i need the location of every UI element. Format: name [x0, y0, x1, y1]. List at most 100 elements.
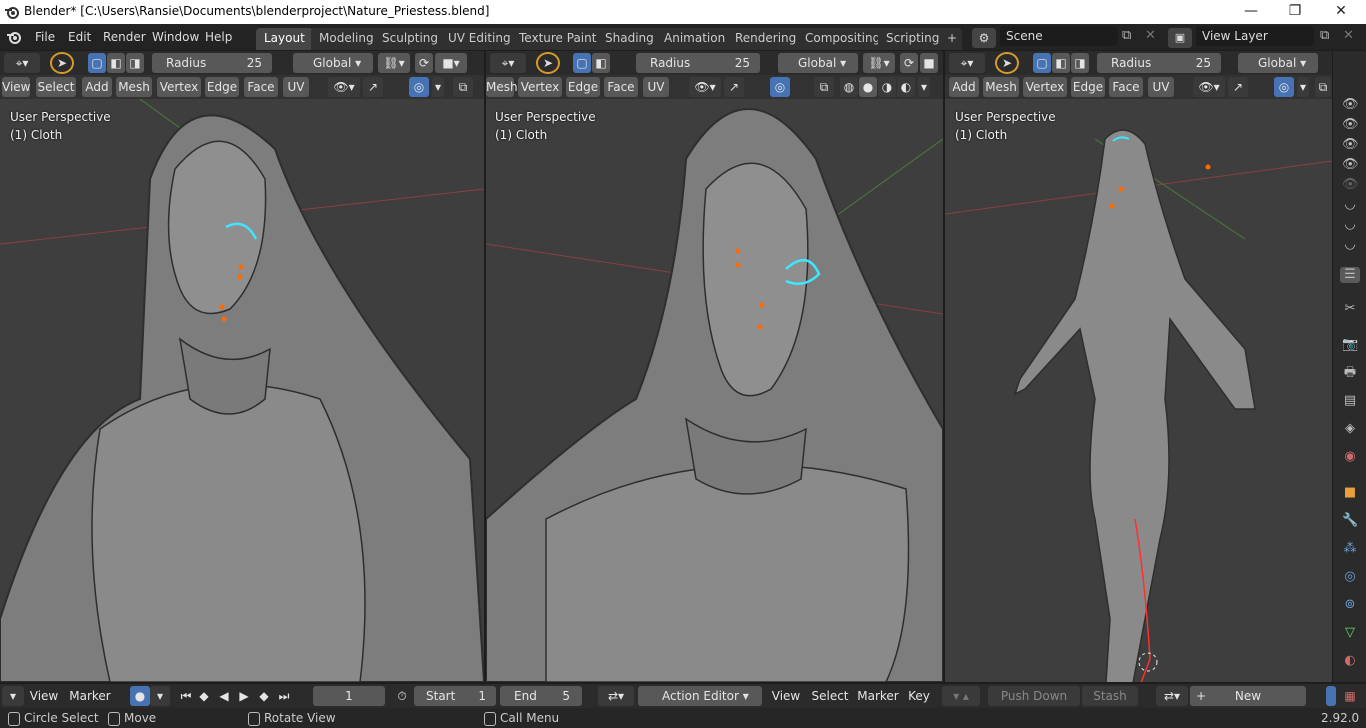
- action-select-menu[interactable]: Select: [810, 686, 850, 706]
- play-reverse-icon[interactable]: ◀: [216, 686, 232, 706]
- shading-dropdown-icon[interactable]: ▾: [918, 77, 930, 97]
- tab-compositing[interactable]: Compositing: [797, 28, 889, 50]
- select-tool-icon[interactable]: ➤: [995, 52, 1019, 74]
- close-button[interactable]: ✕: [1318, 0, 1364, 24]
- shading-rendered-icon[interactable]: ◐: [897, 77, 915, 97]
- menu-add[interactable]: Add: [949, 77, 979, 97]
- overlay-icon[interactable]: ◎: [409, 77, 429, 97]
- orientation-dropdown[interactable]: Global ▾: [778, 53, 858, 73]
- pivot-icon[interactable]: ⛓▾: [863, 53, 895, 73]
- menu-mesh[interactable]: Mesh: [486, 77, 518, 97]
- hide-icon[interactable]: ◡: [1342, 217, 1358, 233]
- tab-scripting[interactable]: Scripting: [878, 28, 948, 50]
- layer-arrows-icon[interactable]: ▾ ▴: [942, 686, 980, 706]
- editor-type-icon[interactable]: ⌖▾: [4, 53, 40, 73]
- editor-type-icon[interactable]: ⌖▾: [490, 53, 526, 73]
- blender-menu-icon[interactable]: [6, 29, 22, 45]
- stash-button[interactable]: Stash: [1082, 686, 1138, 706]
- menu-vertex[interactable]: Vertex: [157, 77, 201, 97]
- modifier-icon[interactable]: 🔧: [1342, 513, 1358, 529]
- jump-end-icon[interactable]: ⏭: [276, 686, 292, 706]
- prev-keyframe-icon[interactable]: ◆: [196, 686, 212, 706]
- tool-icon[interactable]: ✂: [1342, 301, 1358, 317]
- add-workspace-button[interactable]: +: [942, 28, 963, 50]
- editor-type-icon[interactable]: ⌖▾: [949, 53, 985, 73]
- eye-icon[interactable]: 👁: [1342, 117, 1359, 133]
- pivot-icon[interactable]: ⛓▾: [378, 53, 410, 73]
- action-marker-menu[interactable]: Marker: [856, 686, 900, 706]
- shading-wireframe-icon[interactable]: ◍: [840, 77, 858, 97]
- menu-edit[interactable]: Edit: [64, 28, 95, 46]
- menu-edge[interactable]: Edge: [1071, 77, 1105, 97]
- hide-icon[interactable]: ◡: [1342, 197, 1358, 213]
- record-icon[interactable]: ●: [130, 686, 150, 706]
- copy-scene-icon[interactable]: ⧉: [1122, 28, 1131, 43]
- viewport-left[interactable]: ⌖▾ ➤ ▢ ◧ ◨ Radius 25 Global ▾ ⛓▾ ⟳ ■▾ Vie…: [0, 51, 484, 682]
- tab-texture-paint[interactable]: Texture Paint: [511, 28, 605, 50]
- menu-select[interactable]: Select: [36, 77, 76, 97]
- shading-material-icon[interactable]: ◑: [878, 77, 896, 97]
- action-view-menu[interactable]: View: [770, 686, 802, 706]
- view-layer-icon[interactable]: ▣: [1168, 28, 1192, 48]
- filter-icon[interactable]: [1326, 686, 1336, 706]
- xray-icon[interactable]: ⧉: [814, 77, 834, 97]
- scene-icon[interactable]: ⚙: [972, 28, 996, 48]
- menu-face[interactable]: Face: [1109, 77, 1143, 97]
- visibility-icon[interactable]: 👁▾: [328, 77, 360, 97]
- xray-icon[interactable]: ⧉: [1315, 77, 1331, 97]
- physics-icon[interactable]: ◎: [1342, 569, 1358, 585]
- scene-icon[interactable]: ◈: [1342, 421, 1358, 437]
- select-tool-icon[interactable]: ➤: [536, 52, 560, 74]
- menu-window[interactable]: Window: [148, 28, 203, 46]
- constraints-icon[interactable]: ⊚: [1342, 597, 1358, 613]
- tab-uv-editing[interactable]: UV Editing: [440, 28, 519, 50]
- viewport-right[interactable]: ⌖▾ ➤ ▢ ◧ ◨ Radius 25 Global ▾ Add Mesh Ve…: [945, 51, 1332, 682]
- select-subtract-icon[interactable]: ◨: [126, 53, 144, 73]
- menu-help[interactable]: Help: [201, 28, 236, 46]
- gizmo-icon[interactable]: ↗: [724, 77, 744, 97]
- overlay-icon[interactable]: ◎: [1274, 77, 1294, 97]
- select-extend-icon[interactable]: ◧: [107, 53, 125, 73]
- maximize-button[interactable]: ❐: [1272, 0, 1318, 24]
- orientation-dropdown[interactable]: Global ▾: [293, 53, 373, 73]
- action-editor-dropdown[interactable]: Action Editor ▾: [638, 686, 762, 706]
- select-subtract-icon[interactable]: ◨: [1071, 53, 1089, 73]
- end-frame-field[interactable]: End 5: [500, 686, 582, 706]
- channels-icon[interactable]: ▦: [1340, 686, 1360, 706]
- visibility-icon[interactable]: 👁▾: [1193, 77, 1225, 97]
- select-extend-icon[interactable]: ◧: [1052, 53, 1070, 73]
- select-new-icon[interactable]: ▢: [1033, 53, 1051, 73]
- world-icon[interactable]: ◉: [1342, 449, 1358, 465]
- tab-rendering[interactable]: Rendering: [727, 28, 805, 50]
- eye-icon[interactable]: 👁: [1342, 157, 1359, 173]
- menu-edge[interactable]: Edge: [205, 77, 239, 97]
- menu-vertex[interactable]: Vertex: [1023, 77, 1067, 97]
- timeline-view-menu[interactable]: View: [26, 686, 62, 706]
- stopwatch-icon[interactable]: ⏱: [392, 686, 412, 706]
- radius-field[interactable]: Radius 25: [1097, 53, 1221, 73]
- orientation-dropdown[interactable]: Global ▾: [1238, 53, 1318, 73]
- timeline-editor-icon[interactable]: ▾: [2, 686, 24, 706]
- select-new-icon[interactable]: ▢: [88, 53, 106, 73]
- data-icon[interactable]: ▽: [1342, 625, 1358, 641]
- hide-icon[interactable]: ◡: [1342, 237, 1358, 253]
- viewport-middle[interactable]: ⌖▾ ➤ ▢ ◧ Radius 25 Global ▾ ⛓▾ ⟳ ■ Mesh V…: [486, 51, 943, 682]
- tab-sculpting[interactable]: Sculpting: [374, 28, 447, 50]
- snap-icon[interactable]: ⟳: [415, 53, 433, 73]
- delete-layer-icon[interactable]: ✕: [1343, 28, 1354, 43]
- particles-icon[interactable]: ⁂: [1342, 541, 1358, 557]
- play-icon[interactable]: ▶: [236, 686, 252, 706]
- tab-shading[interactable]: Shading: [597, 28, 662, 50]
- delete-scene-icon[interactable]: ✕: [1145, 28, 1156, 43]
- gizmo-icon[interactable]: ↗: [363, 77, 383, 97]
- menu-face[interactable]: Face: [604, 77, 638, 97]
- select-tool-icon[interactable]: ➤: [50, 52, 74, 74]
- menu-file[interactable]: File: [31, 28, 59, 46]
- snap-icon[interactable]: ⟳: [900, 53, 918, 73]
- menu-face[interactable]: Face: [244, 77, 278, 97]
- jump-start-icon[interactable]: ⏮: [178, 686, 194, 706]
- new-action-button[interactable]: + New: [1190, 686, 1306, 706]
- tool-settings-icon[interactable]: ☰: [1340, 267, 1360, 283]
- output-icon[interactable]: 🖶: [1342, 365, 1358, 381]
- render-icon[interactable]: 📷: [1342, 337, 1358, 353]
